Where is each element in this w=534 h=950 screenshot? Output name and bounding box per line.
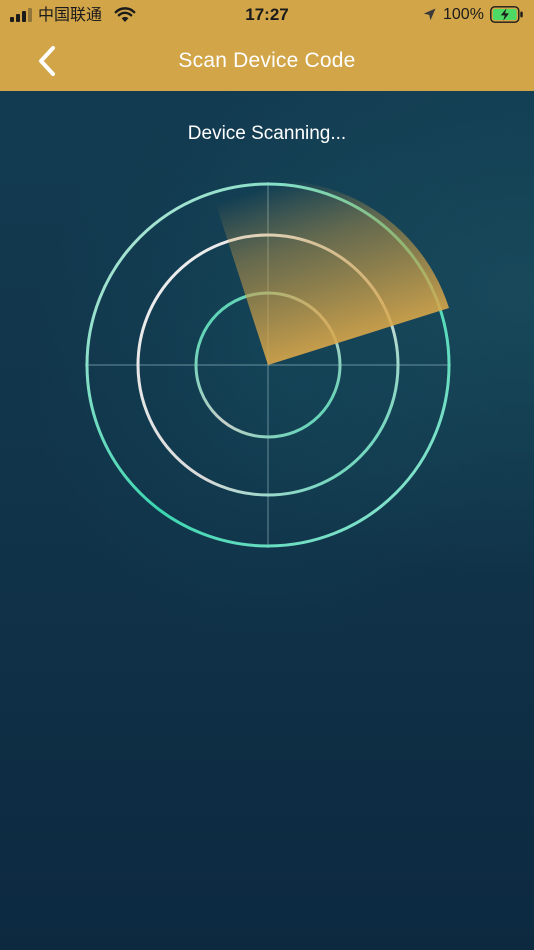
navigation-bar: Scan Device Code <box>0 31 534 91</box>
scanning-status-text: Device Scanning... <box>187 123 347 144</box>
location-arrow-icon <box>423 8 436 21</box>
scan-screen: 中国联通 17:27 100% Scan Device Code Device … <box>0 0 534 950</box>
app-header: 中国联通 17:27 100% Scan Device Code <box>0 0 534 91</box>
status-bar: 中国联通 17:27 100% <box>0 0 534 30</box>
page-title: Scan Device Code <box>178 49 356 72</box>
battery-charging-icon <box>490 6 523 23</box>
scan-content: Device Scanning... <box>0 91 534 950</box>
radar-scanner <box>85 180 451 548</box>
radar-sweep <box>212 180 449 365</box>
battery-percentage: 100% <box>443 6 484 23</box>
